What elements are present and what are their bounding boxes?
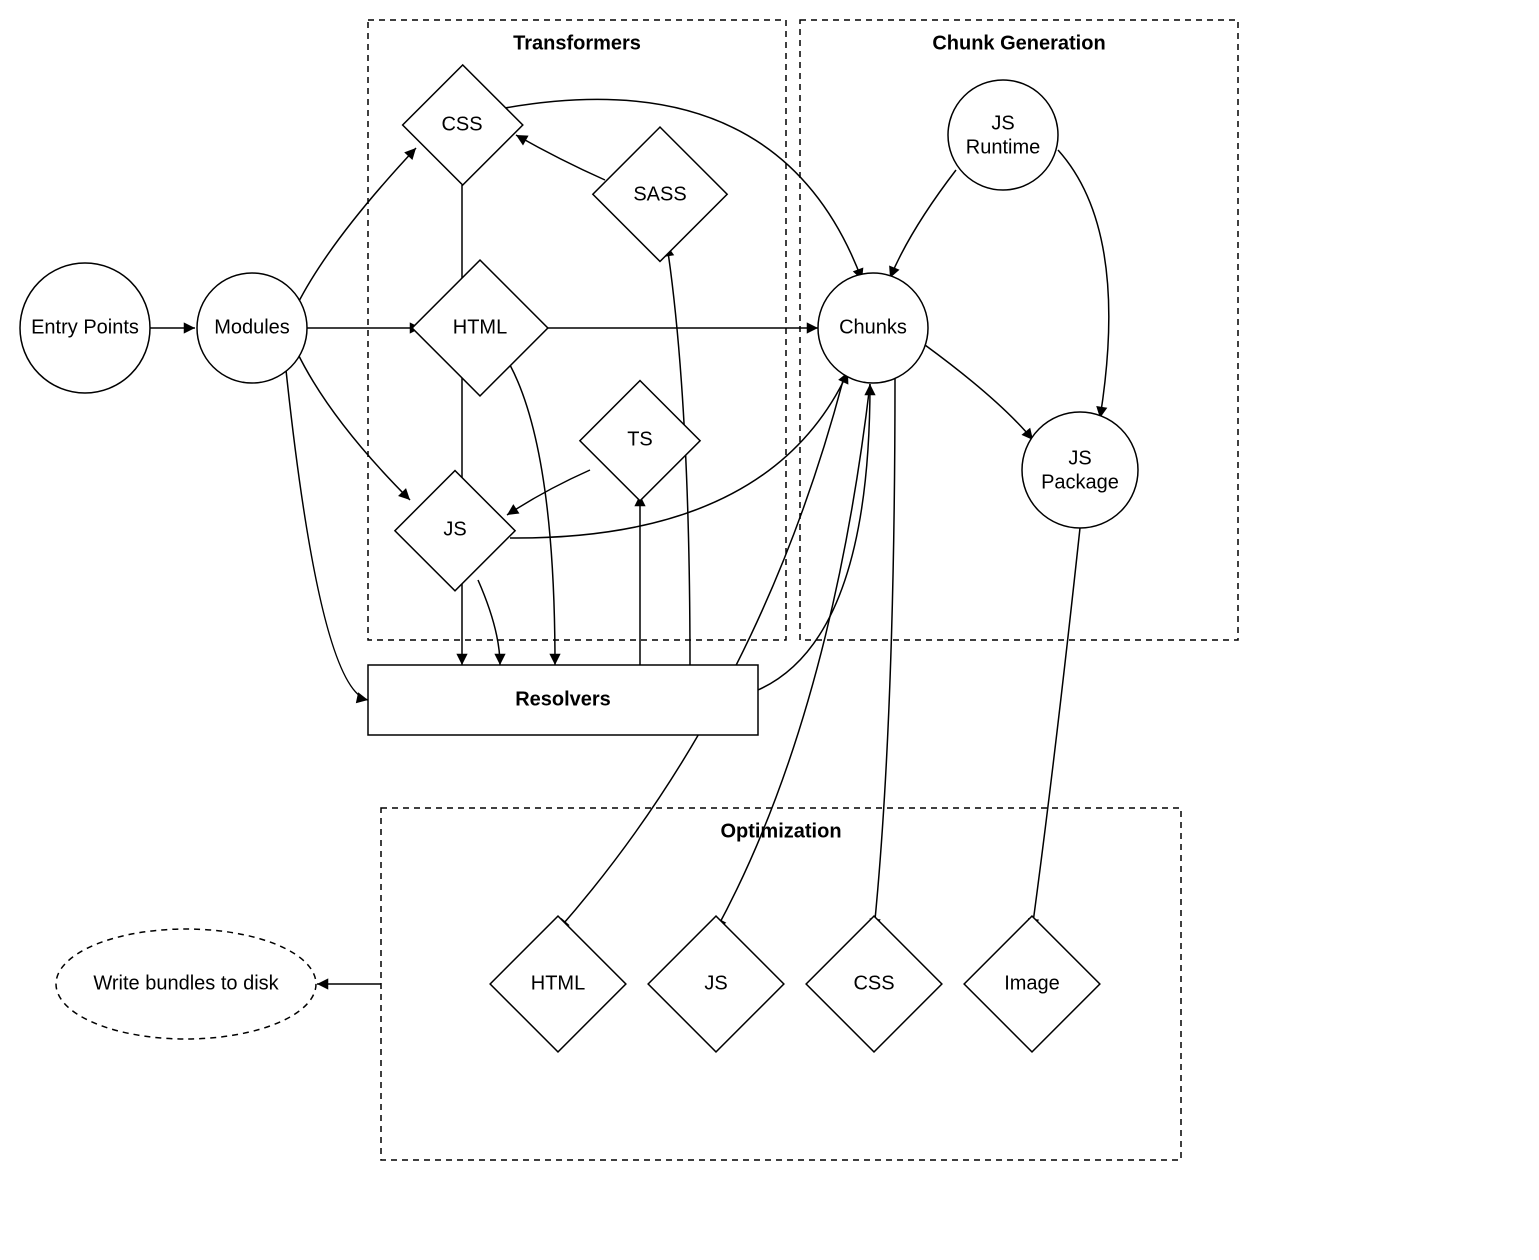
chunk-generation-title: Chunk Generation	[932, 32, 1105, 54]
svg-text:JS: JS	[991, 112, 1014, 134]
write-bundles-node: Write bundles to disk	[56, 929, 316, 1039]
svg-text:HTML: HTML	[531, 972, 585, 994]
edge-modules-resolvers	[286, 370, 368, 700]
optimization-title: Optimization	[720, 820, 841, 842]
svg-text:CSS: CSS	[853, 972, 894, 994]
svg-text:JS: JS	[704, 972, 727, 994]
svg-text:JS: JS	[443, 518, 466, 540]
svg-text:Write bundles to disk: Write bundles to disk	[93, 972, 279, 994]
chunks-node: Chunks	[818, 273, 928, 383]
modules-node: Modules	[197, 273, 307, 383]
svg-text:Chunks: Chunks	[839, 316, 907, 338]
svg-text:Resolvers: Resolvers	[515, 688, 611, 710]
bundler-pipeline-diagram: Transformers Chunk Generation Optimizati…	[0, 0, 1539, 1260]
svg-text:Modules: Modules	[214, 316, 290, 338]
svg-text:Entry Points: Entry Points	[31, 316, 139, 338]
resolvers-node: Resolvers	[368, 665, 758, 735]
js-runtime-node: JS Runtime	[948, 80, 1058, 190]
js-package-node: JS Package	[1022, 412, 1138, 528]
svg-text:CSS: CSS	[441, 113, 482, 135]
entry-points-node: Entry Points	[20, 263, 150, 393]
svg-text:Image: Image	[1004, 972, 1060, 994]
svg-text:Runtime: Runtime	[966, 136, 1040, 158]
svg-text:JS: JS	[1068, 447, 1091, 469]
transformers-title: Transformers	[513, 32, 641, 54]
svg-text:TS: TS	[627, 428, 653, 450]
svg-text:Package: Package	[1041, 471, 1119, 493]
svg-text:HTML: HTML	[453, 316, 507, 338]
svg-text:SASS: SASS	[633, 183, 686, 205]
